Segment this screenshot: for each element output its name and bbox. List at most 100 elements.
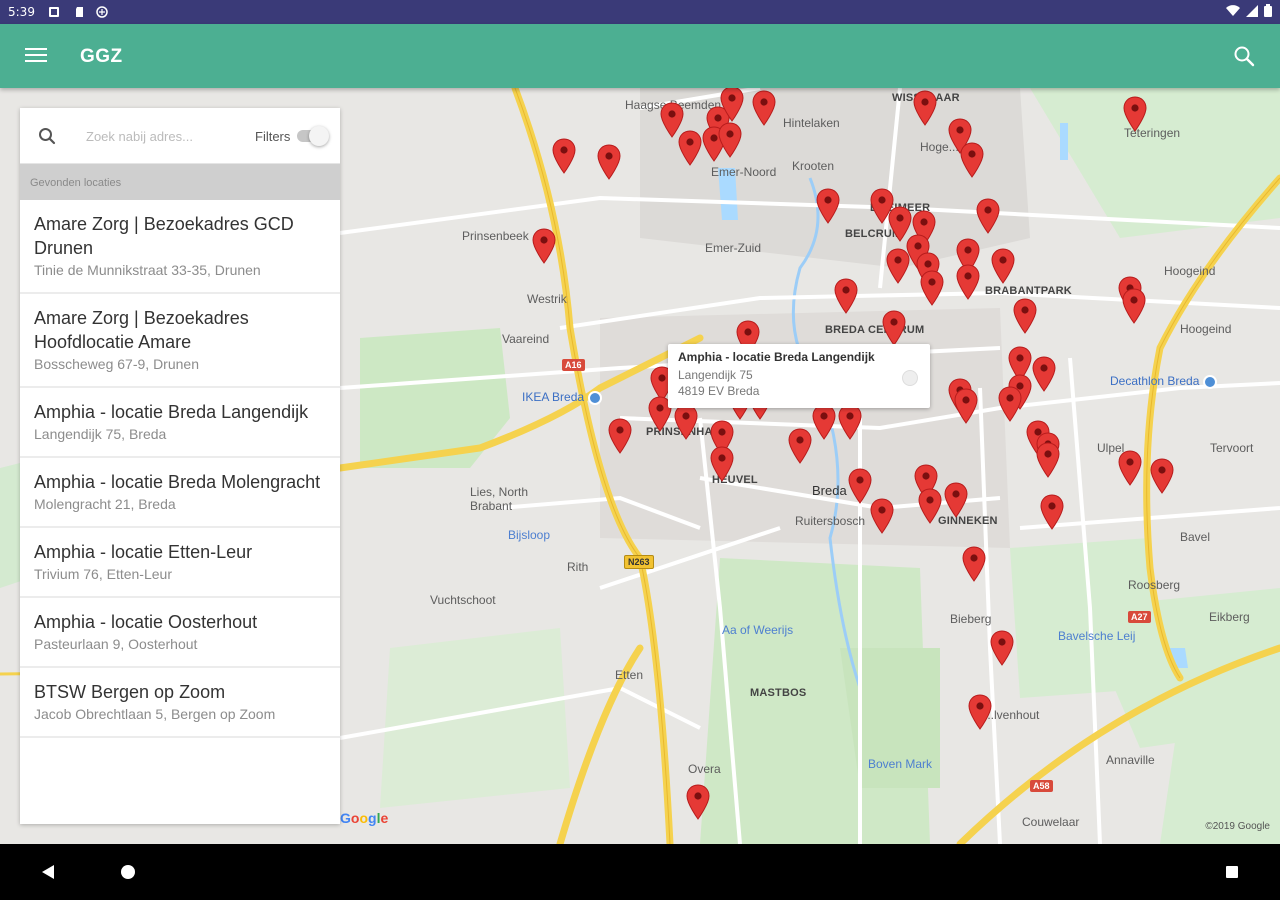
location-marker[interactable]	[532, 228, 556, 264]
location-marker[interactable]	[954, 388, 978, 424]
info-title: Amphia - locatie Breda Langendijk	[678, 350, 875, 364]
location-name: Amphia - locatie Breda Molengracht	[34, 472, 321, 492]
app-title: GGZ	[80, 46, 123, 67]
location-marker[interactable]	[720, 88, 744, 122]
google-logo: Google	[340, 810, 389, 826]
location-marker[interactable]	[1122, 288, 1146, 324]
location-marker[interactable]	[870, 498, 894, 534]
wifi-icon	[1226, 4, 1240, 16]
place-label: Hoogeind	[1180, 322, 1232, 336]
location-marker[interactable]	[956, 264, 980, 300]
app-bar: GGZ	[0, 24, 1280, 88]
place-label: Roosberg	[1128, 578, 1181, 592]
location-item[interactable]: BTSW Bergen op Zoom Jacob Obrechtlaan 5, …	[20, 668, 340, 738]
location-item[interactable]: Amare Zorg | Bezoekadres GCD Drunen Tinie…	[20, 200, 340, 294]
location-marker[interactable]	[990, 630, 1014, 666]
location-address: Bosscheweg 67-9, Drunen	[34, 356, 199, 372]
location-marker[interactable]	[882, 310, 906, 346]
signal-icon	[1246, 4, 1258, 17]
location-marker[interactable]	[960, 142, 984, 178]
filters-toggle[interactable]	[295, 126, 329, 146]
place-label: Vuchtschoot	[430, 593, 496, 607]
location-item[interactable]: Amare Zorg | Bezoekadres Hoofdlocatie Am…	[20, 294, 340, 388]
location-address: Pasteurlaan 9, Oosterhout	[34, 636, 198, 652]
location-marker[interactable]	[812, 404, 836, 440]
location-name: Amphia - locatie Etten-Leur	[34, 542, 253, 562]
location-marker[interactable]	[816, 188, 840, 224]
status-right	[1226, 4, 1272, 17]
place-label: Hintelaken	[783, 116, 840, 130]
location-marker[interactable]	[718, 122, 742, 158]
location-marker[interactable]	[597, 144, 621, 180]
back-icon[interactable]	[40, 864, 56, 880]
home-icon[interactable]	[121, 865, 135, 879]
location-marker[interactable]	[886, 248, 910, 284]
road-shield: A58	[1030, 780, 1053, 792]
location-marker[interactable]	[552, 138, 576, 174]
sync-icon	[96, 6, 108, 18]
place-label: Bavel	[1180, 530, 1211, 544]
location-marker[interactable]	[1118, 450, 1142, 486]
location-marker[interactable]	[918, 488, 942, 524]
location-marker[interactable]	[1150, 458, 1174, 494]
location-marker[interactable]	[678, 130, 702, 166]
location-name: Amphia - locatie Breda Langendijk	[34, 402, 309, 422]
info-line1: Langendijk 75	[678, 368, 753, 382]
location-item[interactable]: Amphia - locatie Oosterhout Pasteurlaan 9…	[20, 598, 340, 668]
place-label: Couwelaar	[1022, 815, 1080, 829]
location-marker[interactable]	[788, 428, 812, 464]
search-icon[interactable]	[1232, 44, 1256, 68]
location-marker[interactable]	[686, 784, 710, 820]
location-marker[interactable]	[848, 468, 872, 504]
notification-icon	[49, 7, 59, 17]
nav-bar	[0, 844, 1280, 900]
menu-icon[interactable]	[24, 45, 48, 67]
place-label: Prinsenbeek	[462, 229, 529, 243]
location-marker[interactable]	[1123, 96, 1147, 132]
location-marker[interactable]	[962, 546, 986, 582]
location-marker[interactable]	[920, 270, 944, 306]
location-item[interactable]: Amphia - locatie Etten-Leur Trivium 76, E…	[20, 528, 340, 598]
water-label: Bijsloop	[508, 528, 551, 542]
battery-icon	[1264, 4, 1272, 17]
location-marker[interactable]	[710, 446, 734, 482]
location-marker[interactable]	[752, 90, 776, 126]
place-label: Hoogeind	[1164, 264, 1216, 278]
status-time: 5:39	[8, 5, 35, 19]
location-marker[interactable]	[991, 248, 1015, 284]
location-marker[interactable]	[608, 418, 632, 454]
place-label: Breda	[812, 483, 847, 498]
place-label: Etten	[615, 668, 644, 682]
water-label: Bavelsche Leij	[1058, 629, 1136, 643]
location-marker[interactable]	[944, 482, 968, 518]
location-marker[interactable]	[1013, 298, 1037, 334]
location-marker[interactable]	[674, 404, 698, 440]
location-marker[interactable]	[976, 198, 1000, 234]
location-marker[interactable]	[1040, 494, 1064, 530]
water-label: Boven Mark	[868, 757, 933, 771]
poi-decathlon[interactable]: Decathlon Breda	[1110, 374, 1218, 389]
location-item[interactable]: Amphia - locatie Breda Molengracht Moleng…	[20, 458, 340, 528]
address-search-input[interactable]	[86, 122, 246, 150]
location-marker[interactable]	[913, 90, 937, 126]
place-label: Overa	[688, 762, 721, 776]
location-marker[interactable]	[998, 386, 1022, 422]
filters-label: Filters	[255, 129, 291, 144]
location-marker[interactable]	[838, 404, 862, 440]
location-address: Trivium 76, Etten-Leur	[34, 566, 172, 582]
poi-ikea[interactable]: IKEA Breda	[522, 390, 603, 405]
place-label: Vaareind	[502, 332, 550, 346]
info-close-button[interactable]	[902, 370, 918, 386]
location-marker[interactable]	[834, 278, 858, 314]
location-marker[interactable]	[1036, 442, 1060, 478]
search-row: Filters	[20, 108, 340, 164]
location-address: Molengracht 21, Breda	[34, 496, 176, 512]
location-marker[interactable]	[1032, 356, 1056, 392]
marker-info-window[interactable]: Amphia - locatie Breda Langendijk Langen…	[668, 344, 930, 408]
place-label: Ruitersbosch	[795, 514, 866, 528]
recents-icon[interactable]	[1226, 866, 1238, 878]
location-marker[interactable]	[968, 694, 992, 730]
section-header: Gevonden locaties	[20, 164, 340, 200]
location-item[interactable]: Amphia - locatie Breda Langendijk Langend…	[20, 388, 340, 458]
place-label: Westrik	[527, 292, 567, 306]
